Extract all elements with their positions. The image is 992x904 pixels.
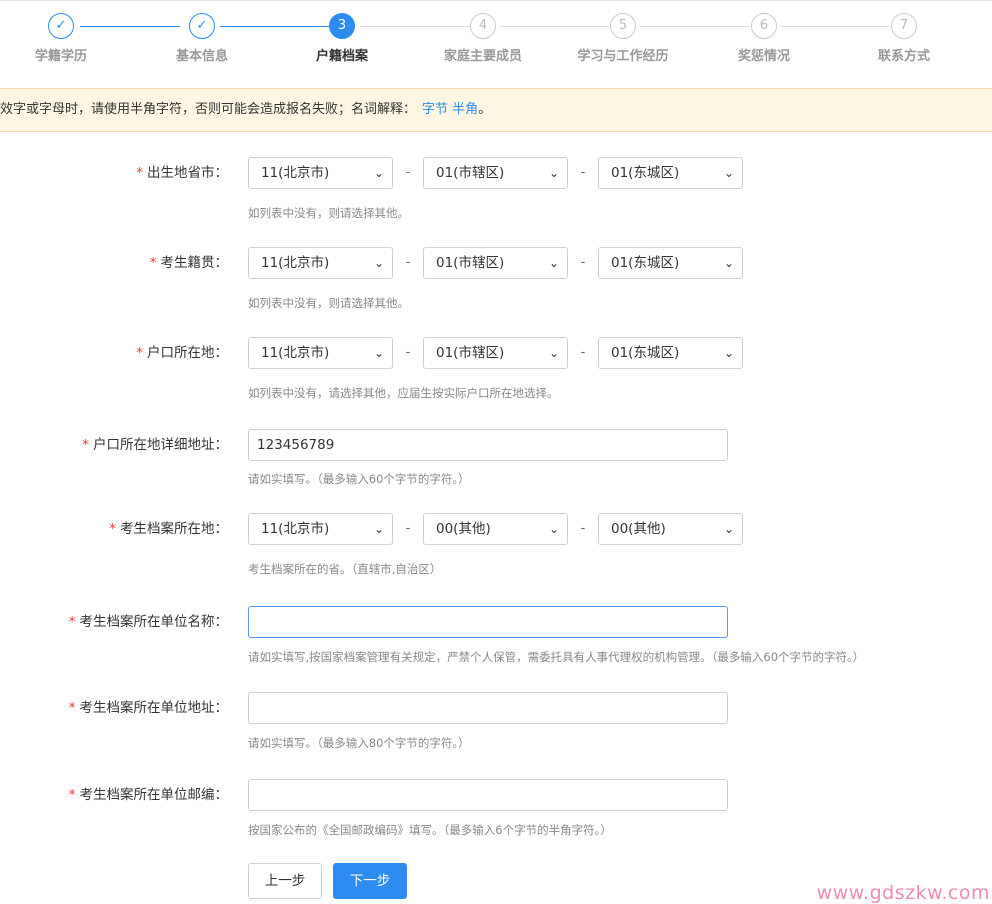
separator: - [405,345,411,360]
step-connector [360,26,470,27]
chevron-down-icon: ⌄ [548,522,559,536]
chevron-down-icon: ⌄ [373,522,384,536]
archive-unit-input[interactable] [248,606,728,638]
check-icon: ✓ [189,13,215,39]
prev-button[interactable]: 上一步 [248,863,322,899]
step-connector [640,26,750,27]
step-label: 学习与工作经历 [577,49,669,64]
native-province-select[interactable]: 11(北京市) ⌄ [248,247,393,279]
chevron-down-icon: ⌄ [373,256,384,270]
hukou-address-input[interactable]: 123456789 [248,429,728,461]
chevron-down-icon: ⌄ [723,522,734,536]
step-number: 4 [470,13,496,39]
step-connector [780,26,890,27]
archive-location-label: * 考生档案所在地： [109,521,228,537]
link-halfwidth[interactable]: 半角 [452,102,478,117]
step-connector [500,26,610,27]
archive-unit-zip-input[interactable] [248,779,728,811]
required-mark: * [68,614,76,630]
archive-unit-hint: 请如实填写,按国家档案管理有关规定，严禁个人保管，需委托具有人事代理权的机构管理… [248,650,865,664]
hukou-address-hint: 请如实填写。（最多输入60个字节的字符。） [248,472,470,486]
chevron-down-icon: ⌄ [373,166,384,180]
step-label: 基本信息 [175,49,228,64]
step-number: 7 [891,13,917,39]
step-connector [220,26,330,27]
birthplace-province-select[interactable]: 11(北京市) ⌄ [248,157,393,189]
hukou-city-select[interactable]: 01(市辖区) ⌄ [423,337,568,369]
hukou-address-label: * 户口所在地详细地址： [82,437,228,453]
archive-unit-zip-hint: 按国家公布的《全国邮政编码》填写。（最多输入6个字节的半角字符。） [248,823,612,837]
separator: - [405,521,411,536]
steps-bar: ✓ 学籍学历 ✓ 基本信息 3 户籍档案 4 家庭主要成员 5 学习与工作经历 … [0,0,992,88]
archive-province-select[interactable]: 11(北京市) ⌄ [248,513,393,545]
chevron-down-icon: ⌄ [548,346,559,360]
archive-unit-address-label: * 考生档案所在单位地址： [68,700,228,716]
step-number: 3 [329,13,355,39]
required-mark: * [149,255,157,271]
hukou-province-select[interactable]: 11(北京市) ⌄ [248,337,393,369]
chevron-down-icon: ⌄ [548,256,559,270]
check-icon: ✓ [48,13,74,39]
hukou-district-select[interactable]: 01(东城区) ⌄ [598,337,743,369]
chevron-down-icon: ⌄ [548,166,559,180]
link-byte[interactable]: 字节 [422,102,448,117]
birthplace-city-select[interactable]: 01(市辖区) ⌄ [423,157,568,189]
archive-unit-address-hint: 请如实填写。（最多输入80个字节的字符。） [248,736,470,750]
step-number: 6 [751,13,777,39]
step-label: 奖惩情况 [737,49,790,64]
notice-text: 效字或字母时，请使用半角字符，否则可能会造成报名失败；名词解释： [0,102,417,117]
native-city-select[interactable]: 01(市辖区) ⌄ [423,247,568,279]
separator: - [580,521,586,536]
required-mark: * [82,437,89,453]
required-mark: * [136,165,143,181]
chevron-down-icon: ⌄ [373,346,384,360]
next-button[interactable]: 下一步 [333,863,407,899]
required-mark: * [68,700,76,716]
archive-unit-label: * 考生档案所在单位名称： [68,614,228,630]
required-mark: * [109,521,116,537]
step-label: 联系方式 [877,49,930,64]
archive-unit-address-input[interactable] [248,692,728,724]
birthplace-district-select[interactable]: 01(东城区) ⌄ [598,157,743,189]
step-label: 学籍学历 [34,49,87,64]
chevron-down-icon: ⌄ [723,256,734,270]
archive-district-select[interactable]: 00(其他) ⌄ [598,513,743,545]
step-connector [80,26,180,27]
chevron-down-icon: ⌄ [723,346,734,360]
native-hint: 如列表中没有，则请选择其他。 [248,296,409,310]
native-district-select[interactable]: 01(东城区) ⌄ [598,247,743,279]
required-mark: * [68,787,76,803]
native-label: * 考生籍贯： [149,255,228,271]
separator: - [405,255,411,270]
birthplace-hint: 如列表中没有，则请选择其他。 [248,206,409,220]
separator: - [405,165,411,180]
notice-banner: 效字或字母时，请使用半角字符，否则可能会造成报名失败；名词解释： 字节 半角。 [0,88,992,132]
hukou-hint: 如列表中没有，请选择其他，应届生按实际户口所在地选择。 [248,386,559,400]
step-number: 5 [610,13,636,39]
birthplace-label: * 出生地省市： [136,165,228,181]
watermark: www.gdszkw.com [816,882,990,904]
hukou-label: * 户口所在地： [136,345,228,361]
step-label: 家庭主要成员 [443,49,522,64]
separator: - [580,345,586,360]
archive-unit-zip-label: * 考生档案所在单位邮编： [68,787,228,803]
separator: - [580,255,586,270]
step-label: 户籍档案 [315,49,368,64]
archive-city-select[interactable]: 00(其他) ⌄ [423,513,568,545]
notice-end: 。 [478,102,492,117]
separator: - [580,165,586,180]
chevron-down-icon: ⌄ [723,166,734,180]
archive-location-hint: 考生档案所在的省。（直辖市,自治区） [248,562,442,576]
required-mark: * [136,345,143,361]
